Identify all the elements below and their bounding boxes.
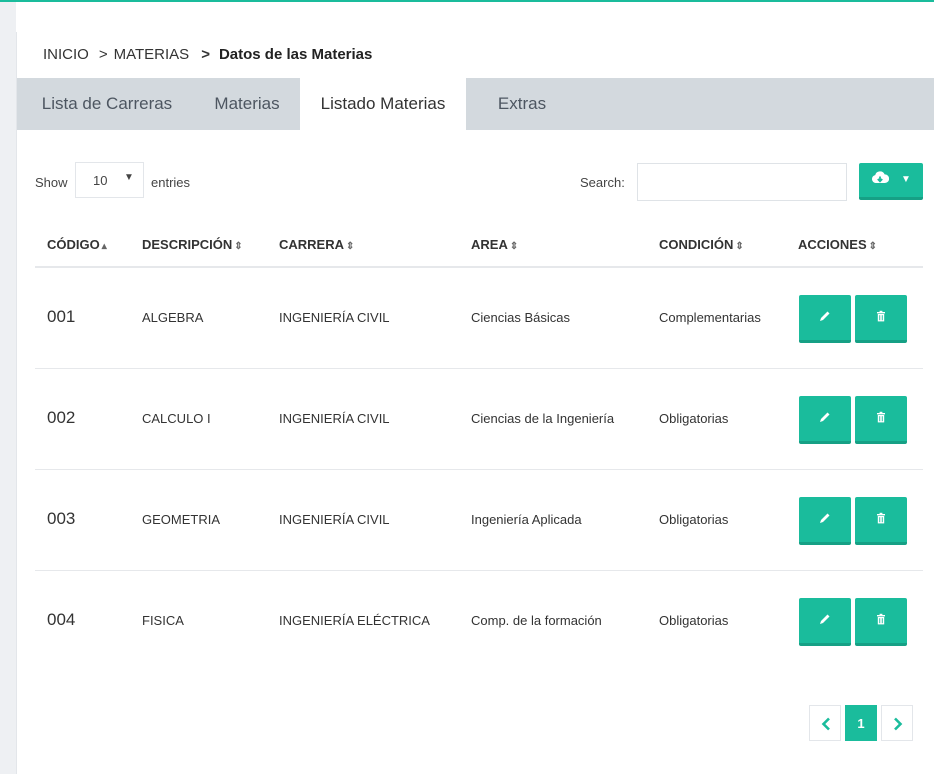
entries-label: entries: [151, 175, 191, 190]
search-label: Search:: [580, 175, 625, 190]
column-header-label: AREA: [471, 237, 508, 252]
pencil-icon: [820, 412, 830, 422]
caret-down-icon: ▼: [124, 172, 134, 183]
sort-icon: ⇕: [735, 241, 744, 252]
tab-extras[interactable]: Extras: [467, 78, 577, 130]
left-sidebar-edge: [0, 2, 16, 774]
delete-button[interactable]: [855, 598, 907, 646]
cell-carrera: INGENIERÍA CIVIL: [279, 411, 390, 426]
table-row: 001 ALGEBRA INGENIERÍA CIVIL Ciencias Bá…: [35, 268, 923, 369]
chevron-left-icon: [821, 717, 830, 731]
breadcrumb-separator: >: [98, 46, 108, 63]
breadcrumb: INICIO > MATERIAS > Datos de las Materias: [43, 46, 372, 63]
prev-page-button[interactable]: [809, 705, 841, 741]
delete-button[interactable]: [855, 295, 907, 343]
breadcrumb-home[interactable]: INICIO: [43, 46, 89, 63]
cell-codigo: 002: [47, 408, 76, 427]
delete-button[interactable]: [855, 497, 907, 545]
cell-codigo: 003: [47, 509, 76, 528]
entries-length-value: 10: [93, 173, 108, 188]
cell-carrera: INGENIERÍA CIVIL: [279, 512, 390, 527]
cell-area: Ciencias de la Ingeniería: [471, 411, 615, 426]
column-header-label: CÓDIGO: [47, 237, 100, 252]
cell-condicion: Obligatorias: [659, 411, 729, 426]
chevron-right-icon: [894, 717, 903, 731]
pencil-icon: [820, 614, 830, 624]
trash-icon: [877, 613, 885, 625]
cell-carrera: INGENIERÍA ELÉCTRICA: [279, 613, 430, 628]
trash-icon: [877, 310, 885, 322]
column-header-area[interactable]: AREA ⇕: [471, 237, 518, 252]
tab-bar: Lista de Carreras Materias Listado Mater…: [17, 78, 934, 130]
cell-area: Ciencias Básicas: [471, 310, 570, 325]
cell-descripcion: ALGEBRA: [142, 310, 204, 325]
column-header-label: ACCIONES: [798, 237, 867, 252]
export-button[interactable]: ▼: [859, 163, 923, 200]
cloud-download-icon: [872, 171, 889, 183]
cell-descripcion: FISICA: [142, 613, 184, 628]
breadcrumb-section[interactable]: MATERIAS: [114, 46, 190, 63]
breadcrumb-current: Datos de las Materias: [218, 46, 373, 63]
table-row: 004 FISICA INGENIERÍA ELÉCTRICA Comp. de…: [35, 571, 923, 672]
tab-lista-de-carreras[interactable]: Lista de Carreras: [17, 78, 197, 130]
tab-listado-materias[interactable]: Listado Materias: [300, 78, 466, 130]
cell-condicion: Obligatorias: [659, 512, 729, 527]
edit-button[interactable]: [799, 396, 851, 444]
sort-icon: ⇕: [509, 241, 519, 252]
page-button-1[interactable]: 1: [845, 705, 877, 741]
edit-button[interactable]: [799, 497, 851, 545]
breadcrumb-separator: >: [201, 46, 210, 63]
table-row: 003 GEOMETRIA INGENIERÍA CIVIL Ingenierí…: [35, 470, 923, 571]
cell-descripcion: CALCULO I: [142, 411, 211, 426]
sort-icon: ⇕: [346, 241, 355, 252]
delete-button[interactable]: [855, 396, 907, 444]
edit-button[interactable]: [799, 295, 851, 343]
cell-condicion: Obligatorias: [659, 613, 729, 628]
column-header-condicion[interactable]: CONDICIÓN ⇕: [659, 237, 744, 252]
cell-area: Ingeniería Aplicada: [471, 512, 582, 527]
table-row: 002 CALCULO I INGENIERÍA CIVIL Ciencias …: [35, 369, 923, 470]
cell-carrera: INGENIERÍA CIVIL: [279, 310, 390, 325]
edit-button[interactable]: [799, 598, 851, 646]
cell-condicion: Complementarias: [659, 310, 761, 325]
cell-descripcion: GEOMETRIA: [142, 512, 221, 527]
entries-length-select[interactable]: 10 ▼: [75, 162, 144, 198]
pagination: 1: [809, 705, 923, 741]
pencil-icon: [820, 311, 830, 321]
cell-codigo: 004: [47, 610, 76, 629]
column-header-label: DESCRIPCIÓN: [142, 237, 233, 252]
sort-icon: ⇕: [868, 241, 878, 252]
pencil-icon: [820, 513, 830, 523]
trash-icon: [877, 411, 885, 423]
cell-area: Comp. de la formación: [471, 613, 602, 628]
top-accent-line: [0, 0, 934, 2]
next-page-button[interactable]: [881, 705, 913, 741]
trash-icon: [877, 512, 885, 524]
column-header-label: CARRERA: [279, 237, 344, 252]
cell-codigo: 001: [47, 307, 76, 326]
column-header-label: CONDICIÓN: [659, 237, 734, 252]
column-header-codigo[interactable]: CÓDIGO ▴: [47, 237, 107, 252]
show-label: Show: [35, 175, 68, 190]
content-card: INICIO > MATERIAS > Datos de las Materias Li…: [16, 32, 934, 774]
sort-asc-icon: ▴: [101, 241, 107, 252]
column-header-descripcion[interactable]: DESCRIPCIÓN ⇕: [142, 237, 243, 252]
column-header-acciones[interactable]: ACCIONES ⇕: [798, 237, 877, 252]
tab-materias[interactable]: Materias: [199, 78, 295, 130]
caret-down-icon: ▼: [901, 174, 911, 185]
search-input[interactable]: [637, 163, 847, 201]
column-header-carrera[interactable]: CARRERA ⇕: [279, 237, 354, 252]
sort-icon: ⇕: [234, 241, 243, 252]
